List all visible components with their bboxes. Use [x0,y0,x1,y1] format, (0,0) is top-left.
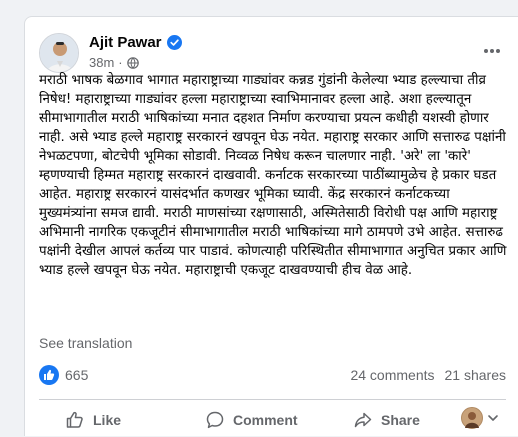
post-body-text: मराठी भाषक बेळगाव भागात महाराष्ट्राच्या … [39,73,507,278]
like-label: Like [93,412,122,428]
thumbs-up-icon [66,411,83,428]
author-avatar[interactable] [39,33,79,73]
see-translation-link[interactable]: See translation [39,335,132,351]
share-label: Share [381,412,420,428]
like-button[interactable]: Like [65,404,121,436]
post-header: Ajit Pawar 38m · [39,31,518,75]
author-name[interactable]: Ajit Pawar [89,34,162,51]
post-stats: 665 24 comments 21 shares [39,363,506,387]
like-reaction-icon [39,365,59,385]
comment-label: Comment [233,412,298,428]
share-icon [354,412,372,428]
meta-separator: · [118,55,123,70]
reactions-summary[interactable]: 665 [39,365,88,385]
post-meta: 38m · [89,55,139,70]
reaction-profile-selector[interactable] [461,407,500,429]
verified-badge-icon [166,35,182,50]
share-button[interactable]: Share [353,404,420,436]
globe-icon[interactable] [126,56,139,69]
comment-button[interactable]: Comment [205,404,298,436]
post-actions: Like Comment Share [25,401,518,437]
comments-count[interactable]: 24 comments [350,367,434,383]
actions-divider [39,399,506,400]
shares-count[interactable]: 21 shares [445,367,506,383]
author-row: Ajit Pawar [89,34,182,51]
post-timestamp[interactable]: 38m [89,55,114,70]
more-options-icon[interactable] [478,37,506,65]
chevron-down-icon [488,415,498,421]
reaction-count: 665 [65,367,89,383]
engagement-counts: 24 comments 21 shares [350,367,506,383]
comment-icon [206,411,224,429]
post-card: Ajit Pawar 38m · मराठी भाषक बेळगाव भागात… [24,16,518,436]
profile-avatar-small [461,407,483,429]
